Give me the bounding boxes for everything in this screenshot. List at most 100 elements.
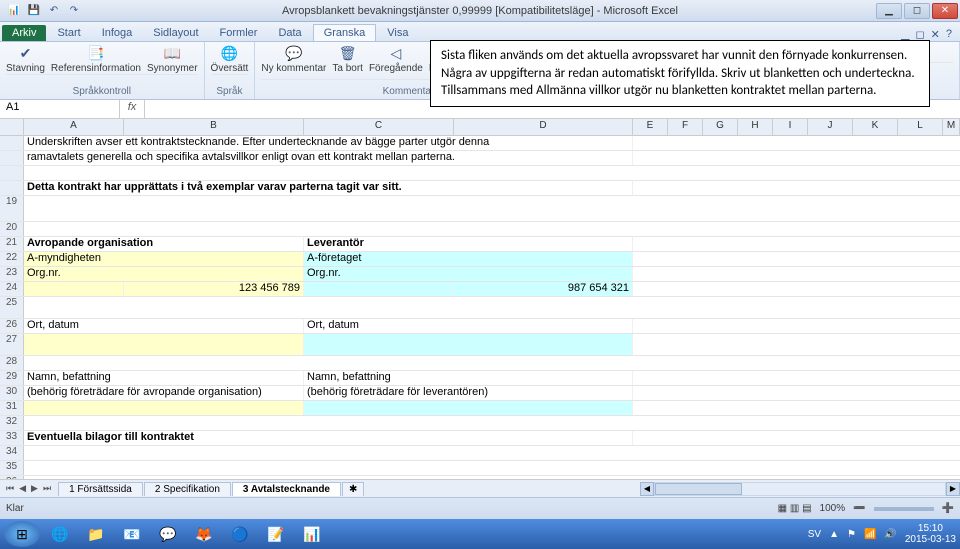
- zoom-slider[interactable]: [874, 507, 934, 511]
- row-header[interactable]: 31: [0, 401, 24, 415]
- tab-visa[interactable]: Visa: [377, 25, 418, 41]
- tab-prev-icon[interactable]: ◀: [17, 483, 28, 494]
- col-header[interactable]: G: [703, 119, 738, 135]
- col-header[interactable]: I: [773, 119, 808, 135]
- fx-icon[interactable]: fx: [120, 100, 145, 118]
- zoom-out-icon[interactable]: ➖: [853, 503, 865, 514]
- prev-comment-button[interactable]: ◁Föregående: [369, 44, 423, 74]
- cell[interactable]: (behörig företrädare för leverantören): [304, 386, 633, 400]
- thesaurus-button[interactable]: 📖Synonymer: [147, 44, 198, 74]
- clock-date[interactable]: 2015-03-13: [905, 534, 956, 545]
- row-header[interactable]: 24: [0, 282, 24, 296]
- cell[interactable]: Eventuella bilagor till kontraktet: [24, 431, 633, 445]
- col-header[interactable]: M: [943, 119, 960, 135]
- tab-next-icon[interactable]: ▶: [29, 483, 40, 494]
- cell[interactable]: Org.nr.: [24, 267, 304, 281]
- tab-granska[interactable]: Granska: [313, 24, 377, 41]
- file-tab[interactable]: Arkiv: [2, 25, 46, 41]
- cell[interactable]: Detta kontrakt har upprättats i två exem…: [24, 181, 633, 195]
- row-header[interactable]: [0, 136, 24, 150]
- col-header[interactable]: A: [24, 119, 124, 135]
- translate-button[interactable]: 🌐Översätt: [211, 44, 249, 74]
- cell[interactable]: (behörig företrädare för avropande organ…: [24, 386, 304, 400]
- cell[interactable]: Avropande organisation: [24, 237, 304, 251]
- new-comment-button[interactable]: 💬Ny kommentar: [261, 44, 326, 74]
- ie-icon[interactable]: 🌐: [44, 522, 76, 546]
- scroll-left-icon[interactable]: ◀: [640, 482, 654, 496]
- view-buttons[interactable]: ▦ ▥ ▤: [778, 503, 812, 514]
- row-header[interactable]: [0, 181, 24, 195]
- col-header[interactable]: L: [898, 119, 943, 135]
- sheet-tab-3[interactable]: 3 Avtalstecknande: [232, 482, 341, 496]
- col-header[interactable]: K: [853, 119, 898, 135]
- row-header[interactable]: 30: [0, 386, 24, 400]
- tab-last-icon[interactable]: ⏭: [41, 483, 53, 494]
- col-header[interactable]: B: [124, 119, 304, 135]
- explorer-icon[interactable]: 📁: [80, 522, 112, 546]
- tab-sidlayout[interactable]: Sidlayout: [143, 25, 208, 41]
- cell[interactable]: Ort, datum: [304, 319, 633, 333]
- ribbon-close-icon[interactable]: ✕: [931, 28, 940, 41]
- row-header[interactable]: 29: [0, 371, 24, 385]
- action-center-icon[interactable]: ⚑: [847, 529, 856, 540]
- row-header[interactable]: 33: [0, 431, 24, 445]
- new-sheet-icon[interactable]: ✱: [342, 482, 364, 496]
- clock-time[interactable]: 15:10: [905, 523, 956, 534]
- tab-infoga[interactable]: Infoga: [92, 25, 143, 41]
- cell[interactable]: Namn, befattning: [304, 371, 633, 385]
- lync-icon[interactable]: 💬: [152, 522, 184, 546]
- cell[interactable]: Underskriften avser ett kontraktstecknan…: [24, 136, 633, 150]
- cell[interactable]: Org.nr.: [304, 267, 633, 281]
- research-button[interactable]: 📑Referensinformation: [51, 44, 141, 74]
- cell[interactable]: Namn, befattning: [24, 371, 304, 385]
- row-header[interactable]: 34: [0, 446, 24, 460]
- tab-start[interactable]: Start: [47, 25, 90, 41]
- select-all-corner[interactable]: [0, 119, 24, 135]
- horizontal-scrollbar[interactable]: ◀ ▶: [640, 482, 960, 496]
- sheet-tab-1[interactable]: 1 Försättssida: [58, 482, 143, 496]
- row-header[interactable]: 26: [0, 319, 24, 333]
- row-header[interactable]: 23: [0, 267, 24, 281]
- excel-icon[interactable]: 📊: [296, 522, 328, 546]
- sheet-tab-2[interactable]: 2 Specifikation: [144, 482, 231, 496]
- row-header[interactable]: 20: [0, 222, 24, 236]
- name-box[interactable]: A1: [0, 100, 120, 118]
- spelling-button[interactable]: ✔Stavning: [6, 44, 45, 74]
- col-header[interactable]: H: [738, 119, 773, 135]
- row-header[interactable]: 19: [0, 196, 24, 221]
- cell[interactable]: 123 456 789: [124, 282, 304, 296]
- outlook-icon[interactable]: 📧: [116, 522, 148, 546]
- lang-indicator[interactable]: SV: [808, 529, 821, 540]
- cell[interactable]: ramavtalets generella och specifika avta…: [24, 151, 633, 165]
- col-header[interactable]: F: [668, 119, 703, 135]
- scroll-thumb[interactable]: [655, 483, 742, 495]
- volume-icon[interactable]: 🔊: [884, 529, 896, 540]
- zoom-level[interactable]: 100%: [820, 503, 846, 514]
- firefox-icon[interactable]: 🦊: [188, 522, 220, 546]
- network-icon[interactable]: 📶: [864, 529, 876, 540]
- scroll-right-icon[interactable]: ▶: [946, 482, 960, 496]
- tab-data[interactable]: Data: [268, 25, 311, 41]
- zoom-in-icon[interactable]: ➕: [942, 503, 954, 514]
- col-header[interactable]: C: [304, 119, 454, 135]
- row-header[interactable]: 27: [0, 334, 24, 355]
- start-button[interactable]: ⊞: [4, 521, 40, 547]
- cell[interactable]: Ort, datum: [24, 319, 304, 333]
- cell[interactable]: A-företaget: [304, 252, 633, 266]
- tab-formler[interactable]: Formler: [210, 25, 268, 41]
- tab-first-icon[interactable]: ⏮: [4, 483, 16, 494]
- row-header[interactable]: 22: [0, 252, 24, 266]
- cell[interactable]: 987 654 321: [454, 282, 633, 296]
- row-header[interactable]: 25: [0, 297, 24, 318]
- row-header[interactable]: 35: [0, 461, 24, 475]
- chrome-icon[interactable]: 🔵: [224, 522, 256, 546]
- row-header[interactable]: [0, 151, 24, 165]
- cell[interactable]: A-myndigheten: [24, 252, 304, 266]
- col-header[interactable]: D: [454, 119, 633, 135]
- delete-comment-button[interactable]: 🗑Ta bort: [332, 44, 363, 74]
- tray-up-icon[interactable]: ▲: [829, 529, 839, 540]
- col-header[interactable]: J: [808, 119, 853, 135]
- word-icon[interactable]: 📝: [260, 522, 292, 546]
- row-header[interactable]: 21: [0, 237, 24, 251]
- col-header[interactable]: E: [633, 119, 668, 135]
